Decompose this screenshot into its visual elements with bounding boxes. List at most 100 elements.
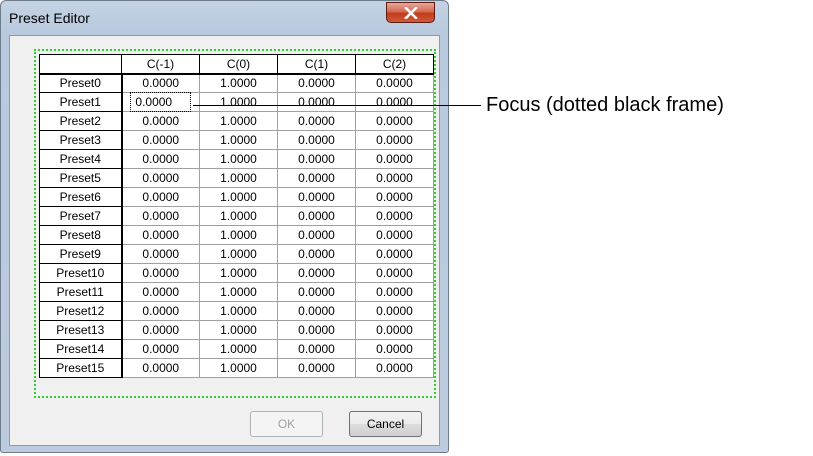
grid-cell[interactable]: 0.0000 <box>277 168 356 188</box>
grid-cell[interactable]: 0.0000 <box>277 263 356 283</box>
grid-cell[interactable]: 0.0000 <box>277 111 356 131</box>
grid-cell[interactable]: 0.0000 <box>121 263 200 283</box>
row-header[interactable]: Preset12 <box>39 301 123 321</box>
grid-cell[interactable]: 0.0000 <box>121 130 200 150</box>
table-row: Preset15 0.0000 1.0000 0.0000 0.0000 <box>39 358 434 378</box>
grid-cell[interactable]: 0.0000 <box>355 358 434 378</box>
grid-cell[interactable]: 0.0000 <box>121 282 200 302</box>
row-header[interactable]: Preset7 <box>39 206 123 226</box>
preset-grid-frame: C(-1) C(0) C(1) C(2) Preset0 0.0000 1.0000 0.0… <box>34 49 436 398</box>
grid-cell[interactable]: 0.0000 <box>355 339 434 359</box>
table-row: Preset11 0.0000 1.0000 0.0000 0.0000 <box>39 282 434 302</box>
row-header[interactable]: Preset15 <box>39 358 123 378</box>
grid-cell[interactable]: 0.0000 <box>277 301 356 321</box>
grid-cell[interactable]: 0.0000 <box>355 206 434 226</box>
grid-cell[interactable]: 0.0000 <box>121 244 200 264</box>
grid-cell[interactable]: 0.0000 <box>355 225 434 245</box>
grid-cell[interactable]: 1.0000 <box>199 339 278 359</box>
grid-cell[interactable]: 0.0000 <box>355 320 434 340</box>
column-header[interactable]: C(2) <box>355 54 434 75</box>
row-header[interactable]: Preset2 <box>39 111 123 131</box>
grid-cell[interactable]: 1.0000 <box>199 130 278 150</box>
grid-cell[interactable]: 0.0000 <box>277 282 356 302</box>
grid-cell[interactable]: 0.0000 <box>277 244 356 264</box>
grid-cell[interactable]: 0.0000 <box>121 358 200 378</box>
grid-cell[interactable]: 0.0000 <box>355 111 434 131</box>
preset-editor-dialog: Preset Editor C(-1) C(0) C(1) C(2) Preset0 0… <box>0 0 449 453</box>
row-header[interactable]: Preset5 <box>39 168 123 188</box>
column-header[interactable]: C(0) <box>199 54 278 75</box>
grid-cell[interactable]: 0.0000 <box>121 73 200 93</box>
grid-cell[interactable]: 0.0000 <box>277 187 356 207</box>
grid-cell[interactable]: 0.0000 <box>121 320 200 340</box>
grid-cell[interactable]: 1.0000 <box>199 358 278 378</box>
grid-cell[interactable]: 0.0000 <box>121 206 200 226</box>
row-header[interactable]: Preset6 <box>39 187 123 207</box>
grid-cell[interactable]: 0.0000 <box>355 73 434 93</box>
row-header[interactable]: Preset14 <box>39 339 123 359</box>
table-row: Preset5 0.0000 1.0000 0.0000 0.0000 <box>39 168 434 188</box>
grid-cell[interactable]: 0.0000 <box>355 301 434 321</box>
grid-cell[interactable]: 1.0000 <box>199 263 278 283</box>
grid-cell[interactable]: 1.0000 <box>199 244 278 264</box>
grid-cell[interactable]: 0.0000 <box>121 339 200 359</box>
grid-cell[interactable]: 0.0000 <box>121 187 200 207</box>
grid-cell[interactable]: 1.0000 <box>199 168 278 188</box>
grid-cell[interactable]: 0.0000 <box>121 168 200 188</box>
grid-cell[interactable]: 1.0000 <box>199 73 278 93</box>
cancel-button[interactable]: Cancel <box>349 411 422 437</box>
row-header[interactable]: Preset11 <box>39 282 123 302</box>
grid-cell[interactable]: 0.0000 <box>355 244 434 264</box>
grid-cell[interactable]: 1.0000 <box>199 320 278 340</box>
row-header[interactable]: Preset1 <box>39 92 123 112</box>
grid-cell[interactable]: 0.0000 <box>355 187 434 207</box>
grid-cell[interactable]: 0.0000 <box>277 339 356 359</box>
table-row: Preset1 0.0000 1.0000 0.0000 0.0000 <box>39 92 434 112</box>
grid-cell[interactable]: 0.0000 <box>121 301 200 321</box>
grid-cell[interactable]: 0.0000 <box>277 206 356 226</box>
grid-cell[interactable]: 0.0000 <box>277 358 356 378</box>
grid-cell[interactable]: 0.0000 <box>121 149 200 169</box>
grid-cell[interactable]: 0.0000 <box>355 282 434 302</box>
grid-cell[interactable]: 1.0000 <box>199 225 278 245</box>
grid-cell[interactable]: 0.0000 <box>277 149 356 169</box>
grid-cell[interactable]: 0.0000 <box>355 263 434 283</box>
column-header[interactable]: C(-1) <box>121 54 200 75</box>
grid-cell[interactable]: 0.0000 <box>355 149 434 169</box>
grid-cell[interactable]: 1.0000 <box>199 301 278 321</box>
ok-button[interactable]: OK <box>250 411 323 437</box>
grid-cell[interactable]: 0.0000 <box>355 92 434 112</box>
close-button[interactable] <box>386 2 435 23</box>
grid-cell[interactable]: 0.0000 <box>355 130 434 150</box>
title-bar[interactable]: Preset Editor <box>1 1 448 35</box>
grid-cell[interactable]: 1.0000 <box>199 187 278 207</box>
column-header[interactable]: C(1) <box>277 54 356 75</box>
grid-cell[interactable]: 0.0000 <box>121 92 200 112</box>
grid-corner-header <box>39 54 122 75</box>
row-header[interactable]: Preset8 <box>39 225 123 245</box>
grid-cell[interactable]: 0.0000 <box>121 225 200 245</box>
row-header[interactable]: Preset9 <box>39 244 123 264</box>
annotation-leader-line <box>193 105 481 106</box>
grid-cell[interactable]: 0.0000 <box>277 73 356 93</box>
row-header[interactable]: Preset4 <box>39 149 123 169</box>
row-header[interactable]: Preset0 <box>39 73 123 93</box>
grid-cell[interactable]: 0.0000 <box>277 225 356 245</box>
grid-cell[interactable]: 0.0000 <box>277 92 356 112</box>
grid-cell[interactable]: 1.0000 <box>199 149 278 169</box>
table-row: Preset14 0.0000 1.0000 0.0000 0.0000 <box>39 339 434 359</box>
grid-cell[interactable]: 0.0000 <box>277 320 356 340</box>
preset-grid: C(-1) C(0) C(1) C(2) Preset0 0.0000 1.0000 0.0… <box>39 54 434 378</box>
grid-cell[interactable]: 1.0000 <box>199 92 278 112</box>
row-header[interactable]: Preset13 <box>39 320 123 340</box>
row-header[interactable]: Preset3 <box>39 130 123 150</box>
grid-cell[interactable]: 1.0000 <box>199 111 278 131</box>
grid-cell[interactable]: 1.0000 <box>199 206 278 226</box>
row-header[interactable]: Preset10 <box>39 263 123 283</box>
grid-cell[interactable]: 0.0000 <box>355 168 434 188</box>
table-row: Preset7 0.0000 1.0000 0.0000 0.0000 <box>39 206 434 226</box>
grid-cell[interactable]: 0.0000 <box>277 130 356 150</box>
table-row: Preset2 0.0000 1.0000 0.0000 0.0000 <box>39 111 434 131</box>
grid-cell[interactable]: 0.0000 <box>121 111 200 131</box>
grid-cell[interactable]: 1.0000 <box>199 282 278 302</box>
